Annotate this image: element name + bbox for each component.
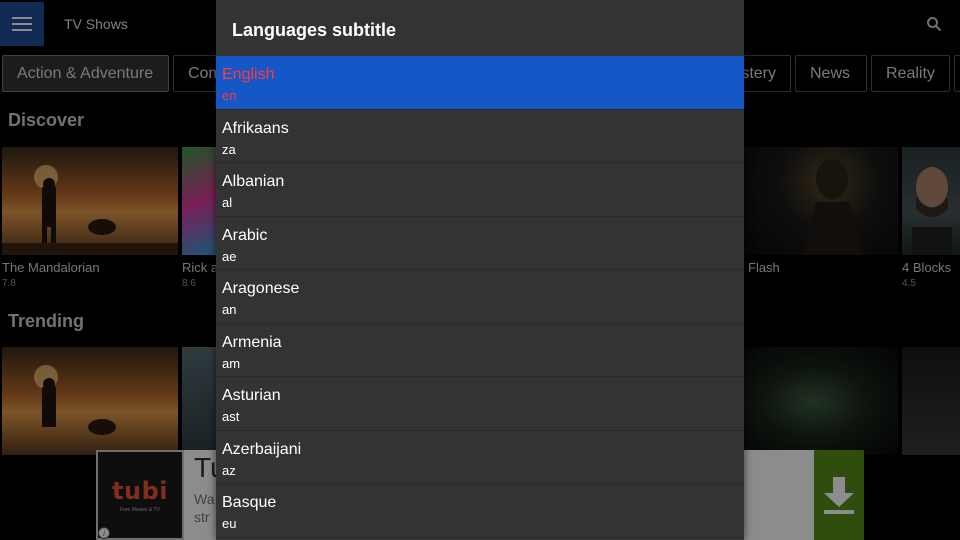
language-name: Albanian [222,173,285,190]
language-code: am [222,355,241,371]
language-code: za [222,141,236,157]
language-name: Armenia [222,333,282,351]
language-name: Azerbaijani [222,440,302,458]
language-code: ae [222,248,237,264]
language-code: al [222,195,233,210]
language-item-albanian[interactable]: Albanian al [216,163,744,217]
dialog-title: Languages subtitle [232,20,397,40]
language-item-afrikaans[interactable]: Afrikaans za [216,110,744,163]
languages-subtitle-dialog: Languages subtitle English en Afrikaans … [216,0,744,540]
language-code: eu [222,516,237,531]
language-item-english[interactable]: English en [216,56,744,110]
language-name: Basque [222,494,277,511]
language-name: Afrikaans [222,119,289,137]
language-item-azerbaijani[interactable]: Azerbaijani az [216,431,744,484]
language-name: Arabic [222,226,268,244]
language-code: ast [222,409,240,424]
language-name: Aragonese [222,280,300,297]
language-code: en [222,88,237,103]
language-list: English en Afrikaans za Albanian al Arab… [216,56,744,538]
language-code: an [222,302,237,317]
language-name: Asturian [222,387,281,404]
language-item-aragonese[interactable]: Aragonese an [216,270,744,324]
language-name: English [222,66,275,83]
language-item-armenia[interactable]: Armenia am [216,324,744,377]
language-code: az [222,462,236,478]
language-item-basque[interactable]: Basque eu [216,484,744,538]
language-item-asturian[interactable]: Asturian ast [216,377,744,431]
language-item-arabic[interactable]: Arabic ae [216,217,744,270]
